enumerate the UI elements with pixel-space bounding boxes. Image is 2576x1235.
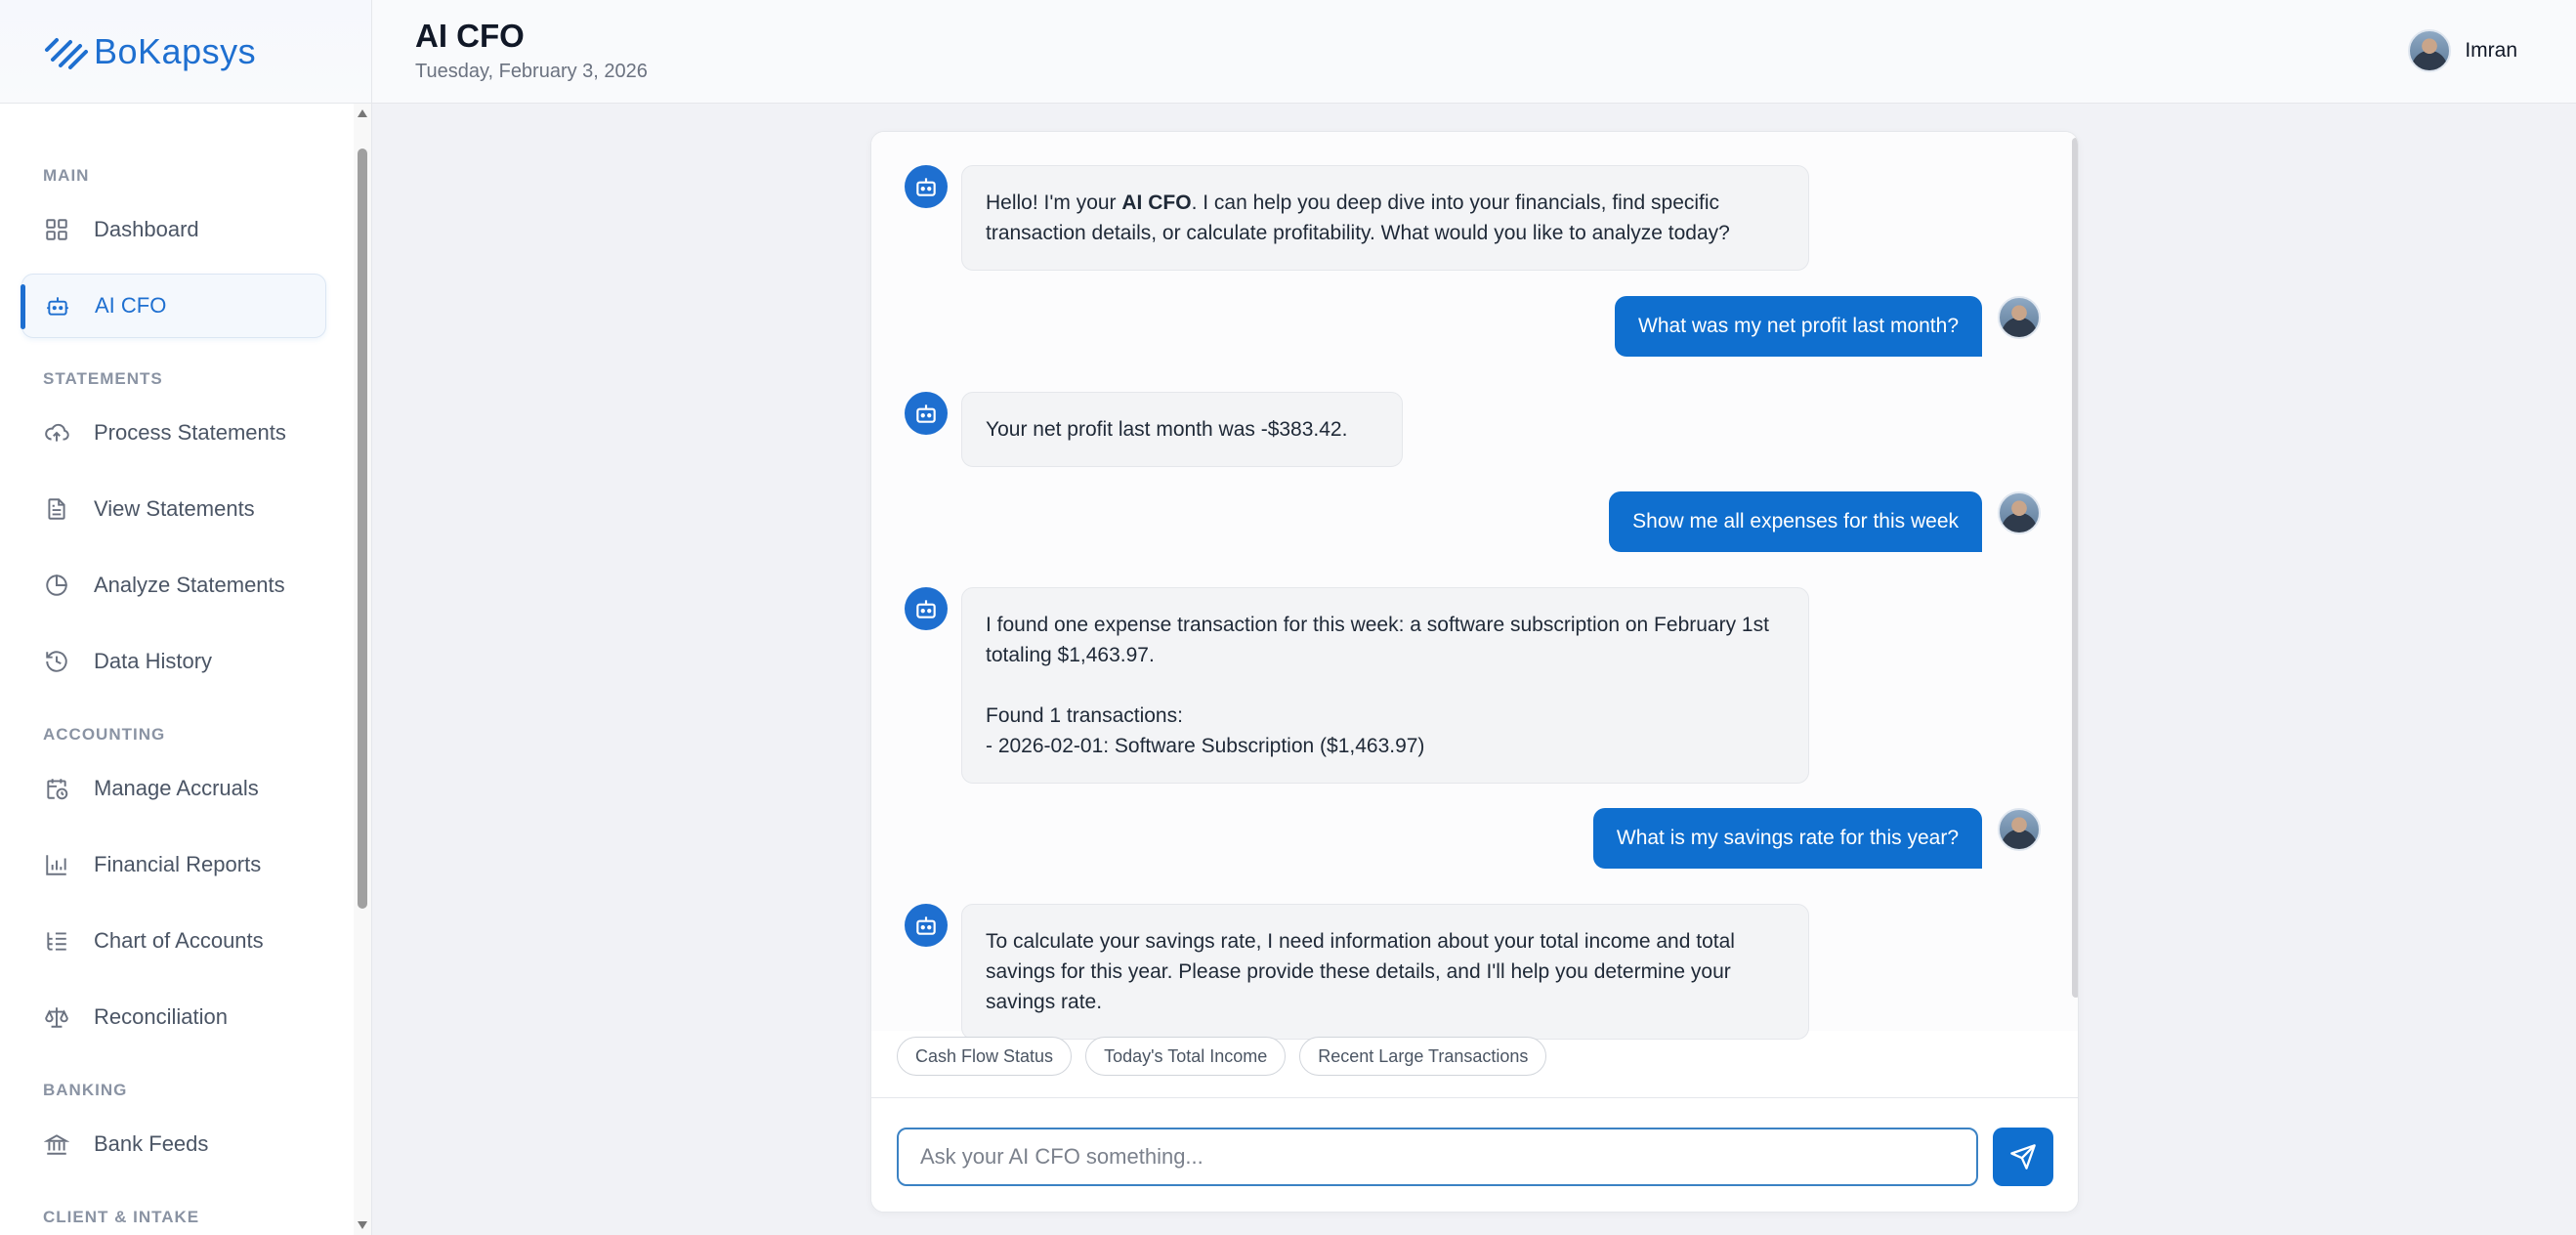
chat-scrollbar[interactable] xyxy=(2072,138,2078,998)
sidebar-item-label: Process Statements xyxy=(94,420,286,445)
user-menu[interactable]: Imran xyxy=(2408,29,2517,72)
user-message: What is my savings rate for this year? xyxy=(1592,808,1982,869)
message-list: Hello! I'm your AI CFO. I can help you d… xyxy=(871,132,2078,1040)
sidebar-item-label: Manage Accruals xyxy=(94,776,259,800)
sidebar-item-label: View Statements xyxy=(94,496,255,521)
message-bold-text: AI CFO xyxy=(1121,192,1192,214)
section-statements: STATEMENTS xyxy=(43,369,163,388)
sidebar-item-reconciliation[interactable]: Reconciliation xyxy=(21,985,326,1049)
user-avatar xyxy=(1998,296,2041,339)
send-icon xyxy=(2010,1144,2036,1170)
brand-name: BoKapsys xyxy=(94,30,257,71)
chat-panel: Hello! I'm your AI CFO. I can help you d… xyxy=(870,131,2079,1213)
robot-icon xyxy=(916,916,936,935)
logo-icon xyxy=(45,37,88,69)
sidebar-item-label: AI CFO xyxy=(95,293,167,318)
bot-message: To calculate your savings rate, I need i… xyxy=(961,904,1809,1040)
sidebar: BoKapsys MAIN Dashboard AI CFO STATEMENT… xyxy=(0,0,372,1235)
sidebar-item-label: Bank Feeds xyxy=(94,1131,209,1156)
send-button[interactable] xyxy=(1993,1128,2053,1186)
scroll-up-icon[interactable] xyxy=(358,109,367,117)
sidebar-item-label: Reconciliation xyxy=(94,1004,228,1029)
robot-icon xyxy=(44,292,71,319)
section-accounting: ACCOUNTING xyxy=(43,725,166,744)
sidebar-item-label: Analyze Statements xyxy=(94,573,285,597)
bank-icon xyxy=(43,1130,70,1158)
scale-icon xyxy=(43,1003,70,1031)
suggestion-chips: Cash Flow Status Today's Total Income Re… xyxy=(897,1037,1547,1076)
bot-avatar xyxy=(905,165,948,208)
scrollbar-thumb[interactable] xyxy=(358,149,367,909)
sidebar-item-manage-accruals[interactable]: Manage Accruals xyxy=(21,756,326,821)
user-name: Imran xyxy=(2465,39,2517,62)
section-banking: BANKING xyxy=(43,1081,128,1099)
section-main: MAIN xyxy=(43,166,90,185)
sidebar-item-dashboard[interactable]: Dashboard xyxy=(21,197,326,262)
user-avatar xyxy=(1998,491,2041,534)
bot-avatar xyxy=(905,587,948,630)
grid-icon xyxy=(43,216,70,243)
sidebar-item-view-statements[interactable]: View Statements xyxy=(21,477,326,541)
bot-avatar xyxy=(905,392,948,435)
document-icon xyxy=(43,495,70,523)
history-icon xyxy=(43,648,70,675)
bot-message: I found one expense transaction for this… xyxy=(961,587,1809,784)
suggestion-chip[interactable]: Today's Total Income xyxy=(1085,1037,1287,1076)
chat-input-area xyxy=(871,1097,2078,1212)
sidebar-item-financial-reports[interactable]: Financial Reports xyxy=(21,832,326,897)
pie-chart-icon xyxy=(43,572,70,599)
bot-message: Hello! I'm your AI CFO. I can help you d… xyxy=(961,165,1809,271)
user-avatar xyxy=(1998,808,2041,851)
page-title: AI CFO xyxy=(415,18,525,54)
sidebar-scrollbar[interactable] xyxy=(354,104,371,1235)
bot-message: Your net profit last month was -$383.42. xyxy=(961,392,1403,467)
avatar[interactable] xyxy=(2408,29,2452,72)
list-tree-icon xyxy=(43,927,70,955)
robot-icon xyxy=(916,405,936,423)
bar-chart-icon xyxy=(43,851,70,878)
robot-icon xyxy=(916,178,936,196)
sidebar-nav: MAIN Dashboard AI CFO STATEMENTS Process… xyxy=(0,104,352,1235)
section-client-intake: CLIENT & INTAKE xyxy=(43,1208,200,1226)
logo[interactable]: BoKapsys xyxy=(0,0,371,104)
sidebar-item-label: Dashboard xyxy=(94,217,199,241)
suggestion-chip[interactable]: Recent Large Transactions xyxy=(1299,1037,1547,1076)
sidebar-item-label: Financial Reports xyxy=(94,852,262,876)
sidebar-item-analyze-statements[interactable]: Analyze Statements xyxy=(21,553,326,618)
sidebar-item-chart-of-accounts[interactable]: Chart of Accounts xyxy=(21,909,326,973)
cloud-upload-icon xyxy=(43,419,70,447)
sidebar-item-label: Chart of Accounts xyxy=(94,928,264,953)
user-message: Show me all expenses for this week xyxy=(1609,491,1982,552)
header: AI CFO Tuesday, February 3, 2026 Imran xyxy=(372,0,2576,104)
sidebar-item-bank-feeds[interactable]: Bank Feeds xyxy=(21,1112,326,1176)
suggestion-chip[interactable]: Cash Flow Status xyxy=(897,1037,1073,1076)
sidebar-item-process-statements[interactable]: Process Statements xyxy=(21,401,326,465)
message-text: Hello! I'm your xyxy=(986,192,1122,214)
chat-input[interactable] xyxy=(897,1128,1978,1186)
sidebar-item-label: Data History xyxy=(94,649,213,673)
sidebar-item-data-history[interactable]: Data History xyxy=(21,629,326,694)
robot-icon xyxy=(916,600,936,618)
sidebar-item-ai-cfo[interactable]: AI CFO xyxy=(21,274,326,338)
calendar-clock-icon xyxy=(43,775,70,802)
user-message: What was my net profit last month? xyxy=(1615,296,1982,357)
page-date: Tuesday, February 3, 2026 xyxy=(415,61,648,82)
bot-avatar xyxy=(905,904,948,947)
scroll-down-icon[interactable] xyxy=(358,1221,367,1229)
